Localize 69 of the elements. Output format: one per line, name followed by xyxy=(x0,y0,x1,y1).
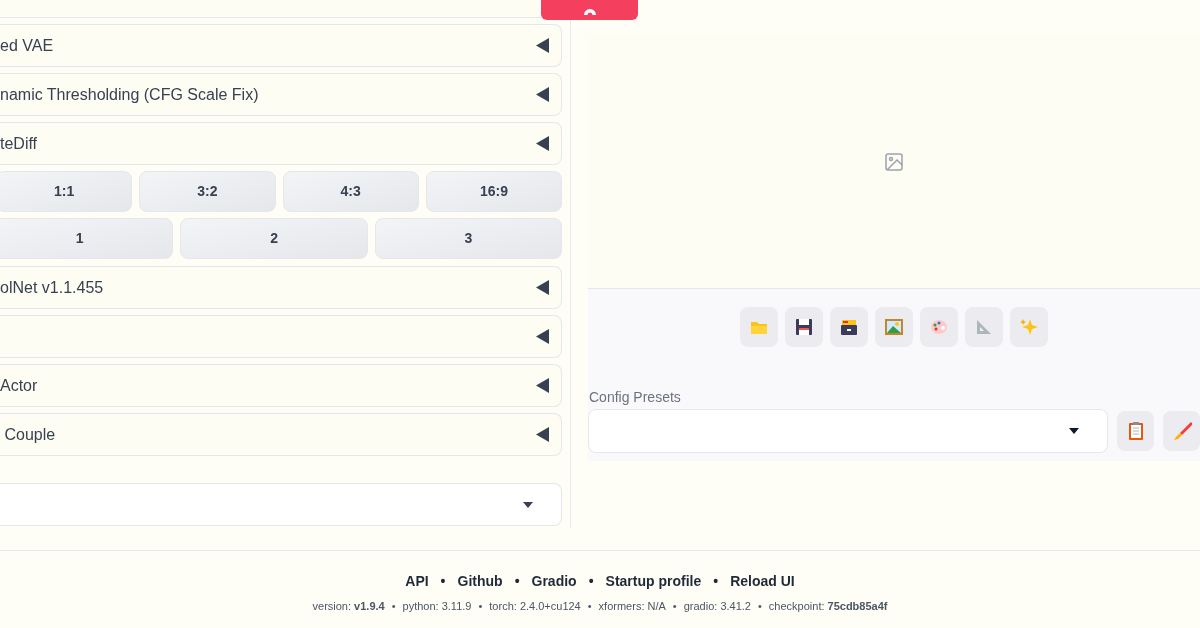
caret-left-icon xyxy=(536,280,550,295)
version-info: version: v1.9.4 xyxy=(312,599,385,614)
version-info: checkpoint: 75cdb85a4f xyxy=(768,599,888,614)
field-label: Config Presets xyxy=(588,389,682,405)
clipboard-button[interactable] xyxy=(1117,411,1154,451)
separator-dot: • xyxy=(588,572,594,591)
footer-link[interactable]: Startup profile xyxy=(605,571,702,592)
accordion-title: olNet v1.1.455 xyxy=(0,277,104,298)
version-info: python: 3.11.9 xyxy=(402,599,472,614)
accordion-header[interactable]: teDiff xyxy=(0,122,563,165)
preset-button[interactable]: 1 xyxy=(0,218,174,259)
triangle-ruler-button[interactable] xyxy=(965,307,1003,347)
palette-button[interactable] xyxy=(920,307,958,347)
separator-dot: • xyxy=(587,599,592,614)
version-info: xformers: N/A xyxy=(598,599,666,614)
caret-left-icon xyxy=(536,136,550,151)
accordion-header[interactable] xyxy=(0,315,563,358)
card-file-box-button[interactable] xyxy=(830,307,868,347)
collapse-tab[interactable] xyxy=(541,0,638,20)
dropdown-field[interactable] xyxy=(0,483,563,526)
separator-dot: • xyxy=(758,599,762,614)
accordion-header[interactable]: Couple xyxy=(0,413,563,456)
sparkles-button[interactable] xyxy=(1010,307,1048,347)
accordion-title: Couple xyxy=(3,424,56,445)
preset-button[interactable]: 16:9 xyxy=(425,171,563,212)
preset-button[interactable]: 3 xyxy=(374,218,563,259)
preset-button[interactable]: 3:2 xyxy=(139,171,276,212)
config-presets-dropdown[interactable] xyxy=(588,409,1108,453)
card-file-box-icon xyxy=(839,317,859,337)
preset-button[interactable]: 1:1 xyxy=(0,171,133,212)
accordion-header[interactable]: ed VAE xyxy=(0,24,563,67)
separator-dot: • xyxy=(440,572,446,591)
folder-button[interactable] xyxy=(740,307,778,347)
preset-button[interactable]: 4:3 xyxy=(282,171,419,212)
footer-link[interactable]: Gradio xyxy=(531,571,577,592)
framed-picture-icon xyxy=(884,317,904,337)
preset-button[interactable]: 2 xyxy=(180,218,368,259)
separator-dot: • xyxy=(391,599,396,614)
palette-icon xyxy=(929,317,949,337)
accordion-title: teDiff xyxy=(0,133,38,154)
accordion-header[interactable]: olNet v1.1.455 xyxy=(0,266,563,309)
paintbrush-button[interactable] xyxy=(1163,411,1200,451)
footer-link[interactable]: Github xyxy=(457,571,503,592)
separator-dot: • xyxy=(514,572,520,591)
separator-dot: • xyxy=(713,572,719,591)
caret-left-icon xyxy=(536,427,550,442)
dropdown-arrow-icon xyxy=(1069,428,1079,434)
caret-left-icon xyxy=(536,329,550,344)
separator-dot: • xyxy=(478,599,483,614)
sparkles-icon xyxy=(1019,317,1039,337)
caret-left-icon xyxy=(536,87,550,102)
accordion-title: Actor xyxy=(0,375,38,396)
version-info: torch: 2.4.0+cu124 xyxy=(489,599,581,614)
version-info: gradio: 3.41.2 xyxy=(683,599,751,614)
paintbrush-icon xyxy=(1171,421,1192,441)
accordion-title: namic Thresholding (CFG Scale Fix) xyxy=(0,84,259,105)
accordion-header[interactable]: Actor xyxy=(0,364,563,407)
triangle-ruler-icon xyxy=(974,317,994,337)
caret-left-icon xyxy=(536,378,550,393)
separator-dot: • xyxy=(672,599,677,614)
caret-left-icon xyxy=(536,38,550,53)
footer-link[interactable]: Reload UI xyxy=(730,571,795,592)
dropdown-arrow-icon xyxy=(523,501,534,508)
image-icon xyxy=(885,152,903,171)
accordion-header[interactable]: namic Thresholding (CFG Scale Fix) xyxy=(0,73,563,116)
framed-picture-button[interactable] xyxy=(875,307,913,347)
floppy-disk-button[interactable] xyxy=(785,307,823,347)
footer-link[interactable]: API xyxy=(405,571,429,592)
accordion-title: ed VAE xyxy=(0,35,54,56)
